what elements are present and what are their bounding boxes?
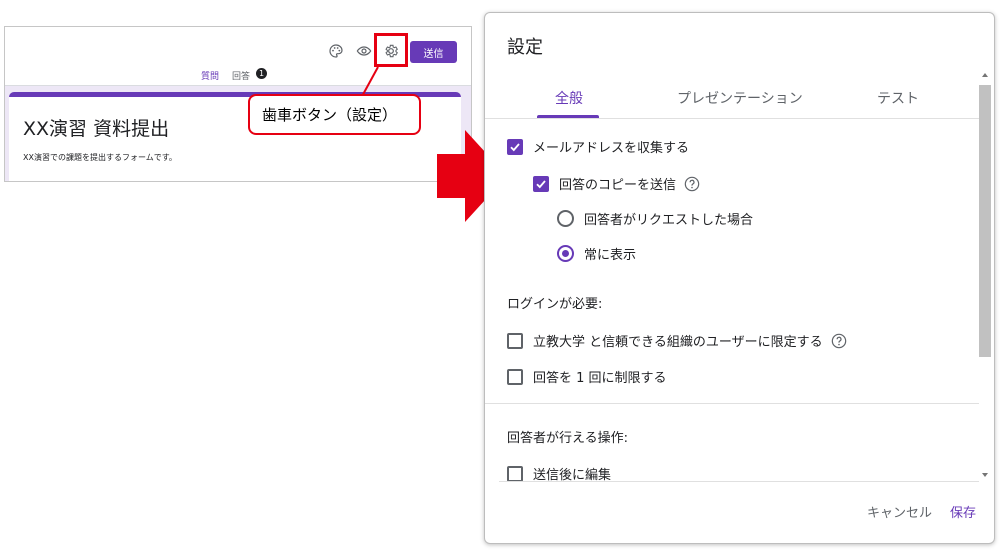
tab-presentation[interactable]: プレゼンテーション bbox=[677, 88, 803, 108]
check-icon bbox=[510, 142, 520, 151]
scrollbar-thumb[interactable] bbox=[979, 85, 991, 357]
save-button[interactable]: 保存 bbox=[950, 502, 976, 521]
edit-after-checkbox[interactable] bbox=[507, 465, 523, 482]
form-description[interactable]: XX演習での課題を提出するフォームです。 bbox=[23, 152, 177, 163]
responses-count-badge: 1 bbox=[256, 68, 267, 79]
footer-divider bbox=[499, 481, 979, 482]
dialog-title: 設定 bbox=[507, 37, 543, 58]
settings-dialog: 設定 全般 プレゼンテーション テスト メールアドレスを収集する 回答のコピーを… bbox=[484, 12, 995, 544]
option-copy-always[interactable]: 常に表示 bbox=[557, 244, 636, 263]
tab-quiz[interactable]: テスト bbox=[877, 88, 919, 108]
palette-icon[interactable] bbox=[328, 43, 344, 59]
respondent-actions-heading: 回答者が行える操作: bbox=[507, 431, 628, 446]
limit-one-label: 回答を 1 回に制限する bbox=[533, 371, 667, 386]
option-limit-one-response[interactable]: 回答を 1 回に制限する bbox=[507, 367, 667, 386]
preview-eye-icon[interactable] bbox=[356, 43, 372, 59]
send-button[interactable]: 送信 bbox=[410, 41, 457, 63]
check-icon bbox=[536, 179, 546, 188]
tab-general[interactable]: 全般 bbox=[555, 88, 583, 108]
scroll-down-arrow-icon[interactable] bbox=[982, 473, 988, 477]
help-icon[interactable] bbox=[831, 333, 847, 349]
settings-tabs: 全般 プレゼンテーション テスト bbox=[485, 71, 979, 119]
active-tab-indicator bbox=[537, 115, 599, 118]
tab-responses[interactable]: 回答 bbox=[232, 69, 250, 82]
send-copy-checkbox[interactable] bbox=[533, 175, 549, 192]
login-required-heading: ログインが必要: bbox=[507, 297, 603, 312]
send-copy-label: 回答のコピーを送信 bbox=[559, 178, 677, 193]
restrict-org-checkbox[interactable] bbox=[507, 332, 523, 349]
settings-content: メールアドレスを収集する 回答のコピーを送信 回答者がリクエストした場合 常に表… bbox=[485, 120, 979, 483]
form-title[interactable]: XX演習 資料提出 bbox=[23, 114, 169, 141]
restrict-org-label: 立教大学 と信頼できる組織のユーザーに限定する bbox=[533, 335, 823, 350]
copy-always-label: 常に表示 bbox=[584, 248, 637, 263]
copy-on-request-label: 回答者がリクエストした場合 bbox=[584, 213, 754, 228]
gear-highlight-box bbox=[374, 33, 408, 67]
option-restrict-org[interactable]: 立教大学 と信頼できる組織のユーザーに限定する bbox=[507, 331, 847, 350]
limit-one-checkbox[interactable] bbox=[507, 368, 523, 385]
section-divider bbox=[485, 403, 979, 404]
copy-always-radio[interactable] bbox=[557, 245, 574, 262]
option-send-copy[interactable]: 回答のコピーを送信 bbox=[533, 174, 700, 193]
dialog-scrollbar[interactable] bbox=[979, 73, 991, 483]
help-icon[interactable] bbox=[684, 176, 700, 192]
option-collect-email[interactable]: メールアドレスを収集する bbox=[507, 137, 689, 156]
callout-text: 歯車ボタン（設定） bbox=[262, 106, 398, 124]
gear-callout: 歯車ボタン（設定） bbox=[248, 94, 421, 135]
collect-email-label: メールアドレスを収集する bbox=[533, 141, 690, 156]
collect-email-checkbox[interactable] bbox=[507, 138, 523, 155]
scroll-up-arrow-icon[interactable] bbox=[982, 73, 988, 77]
editor-tabs: 質問 回答 1 bbox=[5, 67, 471, 88]
cancel-button[interactable]: キャンセル bbox=[867, 502, 932, 521]
option-copy-on-request[interactable]: 回答者がリクエストした場合 bbox=[557, 209, 753, 228]
copy-on-request-radio[interactable] bbox=[557, 210, 574, 227]
